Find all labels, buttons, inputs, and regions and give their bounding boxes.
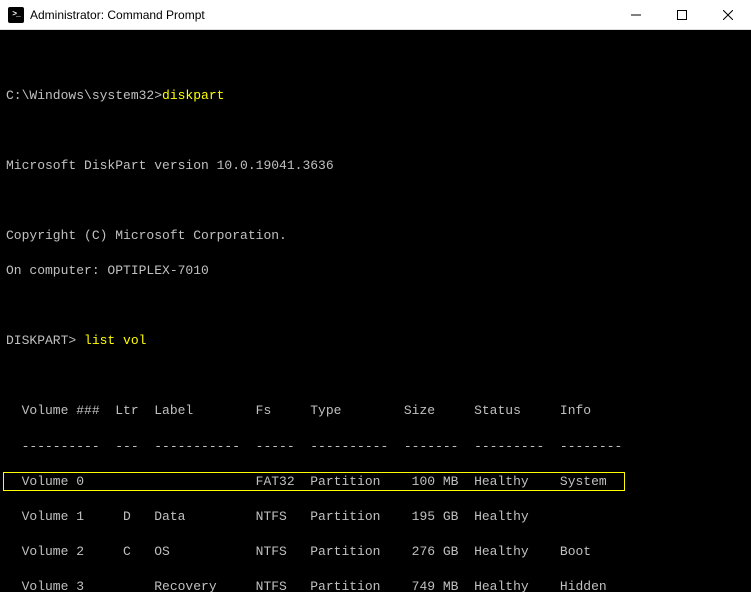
blank-line <box>6 122 745 140</box>
maximize-button[interactable] <box>659 0 705 30</box>
copyright-line: Copyright (C) Microsoft Corporation. <box>6 227 745 245</box>
highlighted-volume-row: Volume 0 FAT32 Partition 100 MB Healthy … <box>3 472 625 492</box>
prompt-line: C:\Windows\system32>diskpart <box>6 87 745 105</box>
close-button[interactable] <box>705 0 751 30</box>
minimize-icon <box>631 10 641 20</box>
command-text: list vol <box>84 333 146 348</box>
table-row-highlighted: Volume 0 FAT32 Partition 100 MB Healthy … <box>6 473 745 491</box>
terminal-output[interactable]: C:\Windows\system32>diskpart Microsoft D… <box>0 30 751 592</box>
diskpart-prompt: DISKPART> <box>6 333 84 348</box>
cmd-icon <box>8 7 24 23</box>
maximize-icon <box>677 10 687 20</box>
prompt-text: C:\Windows\system32> <box>6 88 162 103</box>
table-row: Volume 2 C OS NTFS Partition 276 GB Heal… <box>6 543 745 561</box>
window-title: Administrator: Command Prompt <box>30 8 205 22</box>
diskpart-prompt-line: DISKPART> list vol <box>6 332 745 350</box>
minimize-button[interactable] <box>613 0 659 30</box>
computer-line: On computer: OPTIPLEX-7010 <box>6 262 745 280</box>
window-titlebar: Administrator: Command Prompt <box>0 0 751 30</box>
command-text: diskpart <box>162 88 224 103</box>
blank-line <box>6 52 745 70</box>
table-header: Volume ### Ltr Label Fs Type Size Status… <box>6 402 745 420</box>
blank-line <box>6 367 745 385</box>
close-icon <box>723 10 733 20</box>
table-row: Volume 1 D Data NTFS Partition 195 GB He… <box>6 508 745 526</box>
table-divider: ---------- --- ----------- ----- -------… <box>6 438 745 456</box>
table-row: Volume 3 Recovery NTFS Partition 749 MB … <box>6 578 745 592</box>
blank-line <box>6 297 745 315</box>
blank-line <box>6 192 745 210</box>
version-line: Microsoft DiskPart version 10.0.19041.36… <box>6 157 745 175</box>
